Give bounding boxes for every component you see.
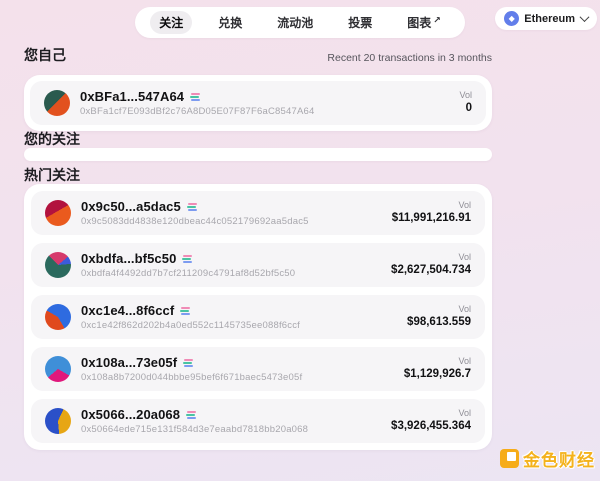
account-row[interactable]: 0x5066...20a068 0x50664ede715e131f584d3e… — [31, 399, 485, 443]
vol-value: $3,926,455.364 — [391, 419, 471, 433]
address-block: 0xc1e4...8f6ccf 0xc1e42f862d202b4a0ed552… — [81, 303, 300, 331]
address-block: 0xBFa1...547A64 0xBFa1cf7E093dBf2c76A8D0… — [80, 89, 314, 117]
tab-follow[interactable]: 关注 — [150, 11, 192, 34]
address-full: 0x50664ede715e131f584d3e7eaabd7818bb20a0… — [81, 424, 308, 435]
scan-icon[interactable] — [187, 203, 197, 211]
top-bar: 关注 兑换 流动池 投票 图表 ↗ ◆ Ethereum — [0, 0, 600, 34]
address-full: 0xBFa1cf7E093dBf2c76A8D05E07F87F6aC8547A… — [80, 106, 314, 117]
transactions-note: Recent 20 transactions in 3 months — [327, 52, 492, 64]
vol-label: Vol — [392, 200, 471, 211]
watermark: 金色财经 — [500, 446, 595, 471]
account-avatar — [45, 408, 71, 434]
address-short: 0xBFa1...547A64 — [80, 89, 184, 104]
tab-label: 兑换 — [218, 14, 242, 31]
address-block: 0x108a...73e05f 0x108a8b7200d044bbbe95be… — [81, 355, 302, 383]
tab-label: 流动池 — [277, 14, 313, 31]
address-full: 0x9c5083dd4838e120dbeac44c052179692aa5da… — [81, 216, 309, 227]
address-short: 0xbdfa...bf5c50 — [81, 251, 176, 266]
volume-block: Vol $98,613.559 — [407, 304, 471, 330]
address-short: 0x5066...20a068 — [81, 407, 180, 422]
tab-charts[interactable]: 图表 ↗ — [398, 11, 450, 34]
external-link-icon: ↗ — [433, 15, 441, 26]
account-avatar — [45, 252, 71, 278]
vol-value: $1,129,926.7 — [404, 367, 471, 381]
ethereum-diamond-glyph: ◆ — [509, 15, 515, 23]
vol-value: $98,613.559 — [407, 315, 471, 329]
address-full: 0xbdfa4f4492dd7b7cf211209c4791af8d52bf5c… — [81, 268, 295, 279]
following-section-title: 您的关注 — [24, 131, 492, 148]
tab-pool[interactable]: 流动池 — [268, 11, 322, 34]
page: 关注 兑换 流动池 投票 图表 ↗ ◆ Ethereum 您自己 Recent … — [0, 0, 600, 481]
self-account-card: 0xBFa1...547A64 0xBFa1cf7E093dBf2c76A8D0… — [24, 75, 492, 131]
tab-vote[interactable]: 投票 — [339, 11, 381, 34]
volume-block: Vol $3,926,455.364 — [391, 408, 471, 434]
account-avatar — [45, 356, 71, 382]
vol-value: $2,627,504.734 — [391, 263, 471, 277]
ethereum-icon: ◆ — [504, 11, 519, 26]
vol-value: 0 — [459, 101, 472, 115]
scan-icon[interactable] — [190, 93, 200, 101]
vol-label: Vol — [404, 356, 471, 367]
vol-label: Vol — [407, 304, 471, 315]
popular-list: 0x9c50...a5dac5 0x9c5083dd4838e120dbeac4… — [24, 184, 492, 450]
scan-icon[interactable] — [186, 411, 196, 419]
network-label: Ethereum — [524, 13, 575, 25]
tab-label: 关注 — [159, 14, 183, 31]
vol-label: Vol — [459, 90, 472, 101]
scan-icon[interactable] — [183, 359, 193, 367]
address-short: 0x9c50...a5dac5 — [81, 199, 181, 214]
vol-label: Vol — [391, 408, 471, 419]
network-selector[interactable]: ◆ Ethereum — [495, 7, 597, 30]
self-section-header: 您自己 Recent 20 transactions in 3 months — [24, 47, 492, 64]
volume-block: Vol $2,627,504.734 — [391, 252, 471, 278]
address-short: 0x108a...73e05f — [81, 355, 177, 370]
volume-block: Vol $1,129,926.7 — [404, 356, 471, 382]
tab-label: 投票 — [348, 14, 372, 31]
self-section-title: 您自己 — [24, 47, 66, 64]
tab-swap[interactable]: 兑换 — [209, 11, 251, 34]
self-account-row[interactable]: 0xBFa1...547A64 0xBFa1cf7E093dBf2c76A8D0… — [30, 81, 486, 125]
scan-icon[interactable] — [182, 255, 192, 263]
watermark-text: 金色财经 — [523, 446, 595, 471]
account-row[interactable]: 0x108a...73e05f 0x108a8b7200d044bbbe95be… — [31, 347, 485, 391]
content-column: 您自己 Recent 20 transactions in 3 months 0… — [24, 47, 492, 450]
account-avatar — [45, 304, 71, 330]
address-short: 0xc1e4...8f6ccf — [81, 303, 174, 318]
address-full: 0xc1e42f862d202b4a0ed552c1145735ee088f6c… — [81, 320, 300, 331]
vol-label: Vol — [391, 252, 471, 263]
address-block: 0x9c50...a5dac5 0x9c5083dd4838e120dbeac4… — [81, 199, 309, 227]
volume-block: Vol 0 — [459, 90, 472, 116]
vol-value: $11,991,216.91 — [392, 211, 471, 225]
account-row[interactable]: 0x9c50...a5dac5 0x9c5083dd4838e120dbeac4… — [31, 191, 485, 235]
self-avatar — [44, 90, 70, 116]
scan-icon[interactable] — [180, 307, 190, 315]
tab-label: 图表 — [407, 14, 431, 31]
account-row[interactable]: 0xc1e4...8f6ccf 0xc1e42f862d202b4a0ed552… — [31, 295, 485, 339]
chevron-down-icon — [580, 12, 590, 22]
address-full: 0x108a8b7200d044bbbe95bef6f671baec5473e0… — [81, 372, 302, 383]
address-block: 0x5066...20a068 0x50664ede715e131f584d3e… — [81, 407, 308, 435]
following-empty-bar — [24, 148, 492, 161]
account-avatar — [45, 200, 71, 226]
volume-block: Vol $11,991,216.91 — [392, 200, 471, 226]
address-block: 0xbdfa...bf5c50 0xbdfa4f4492dd7b7cf21120… — [81, 251, 295, 279]
golden-finance-logo-icon — [500, 449, 519, 468]
account-row[interactable]: 0xbdfa...bf5c50 0xbdfa4f4492dd7b7cf21120… — [31, 243, 485, 287]
main-nav: 关注 兑换 流动池 投票 图表 ↗ — [135, 7, 465, 38]
popular-section-title: 热门关注 — [24, 167, 492, 184]
